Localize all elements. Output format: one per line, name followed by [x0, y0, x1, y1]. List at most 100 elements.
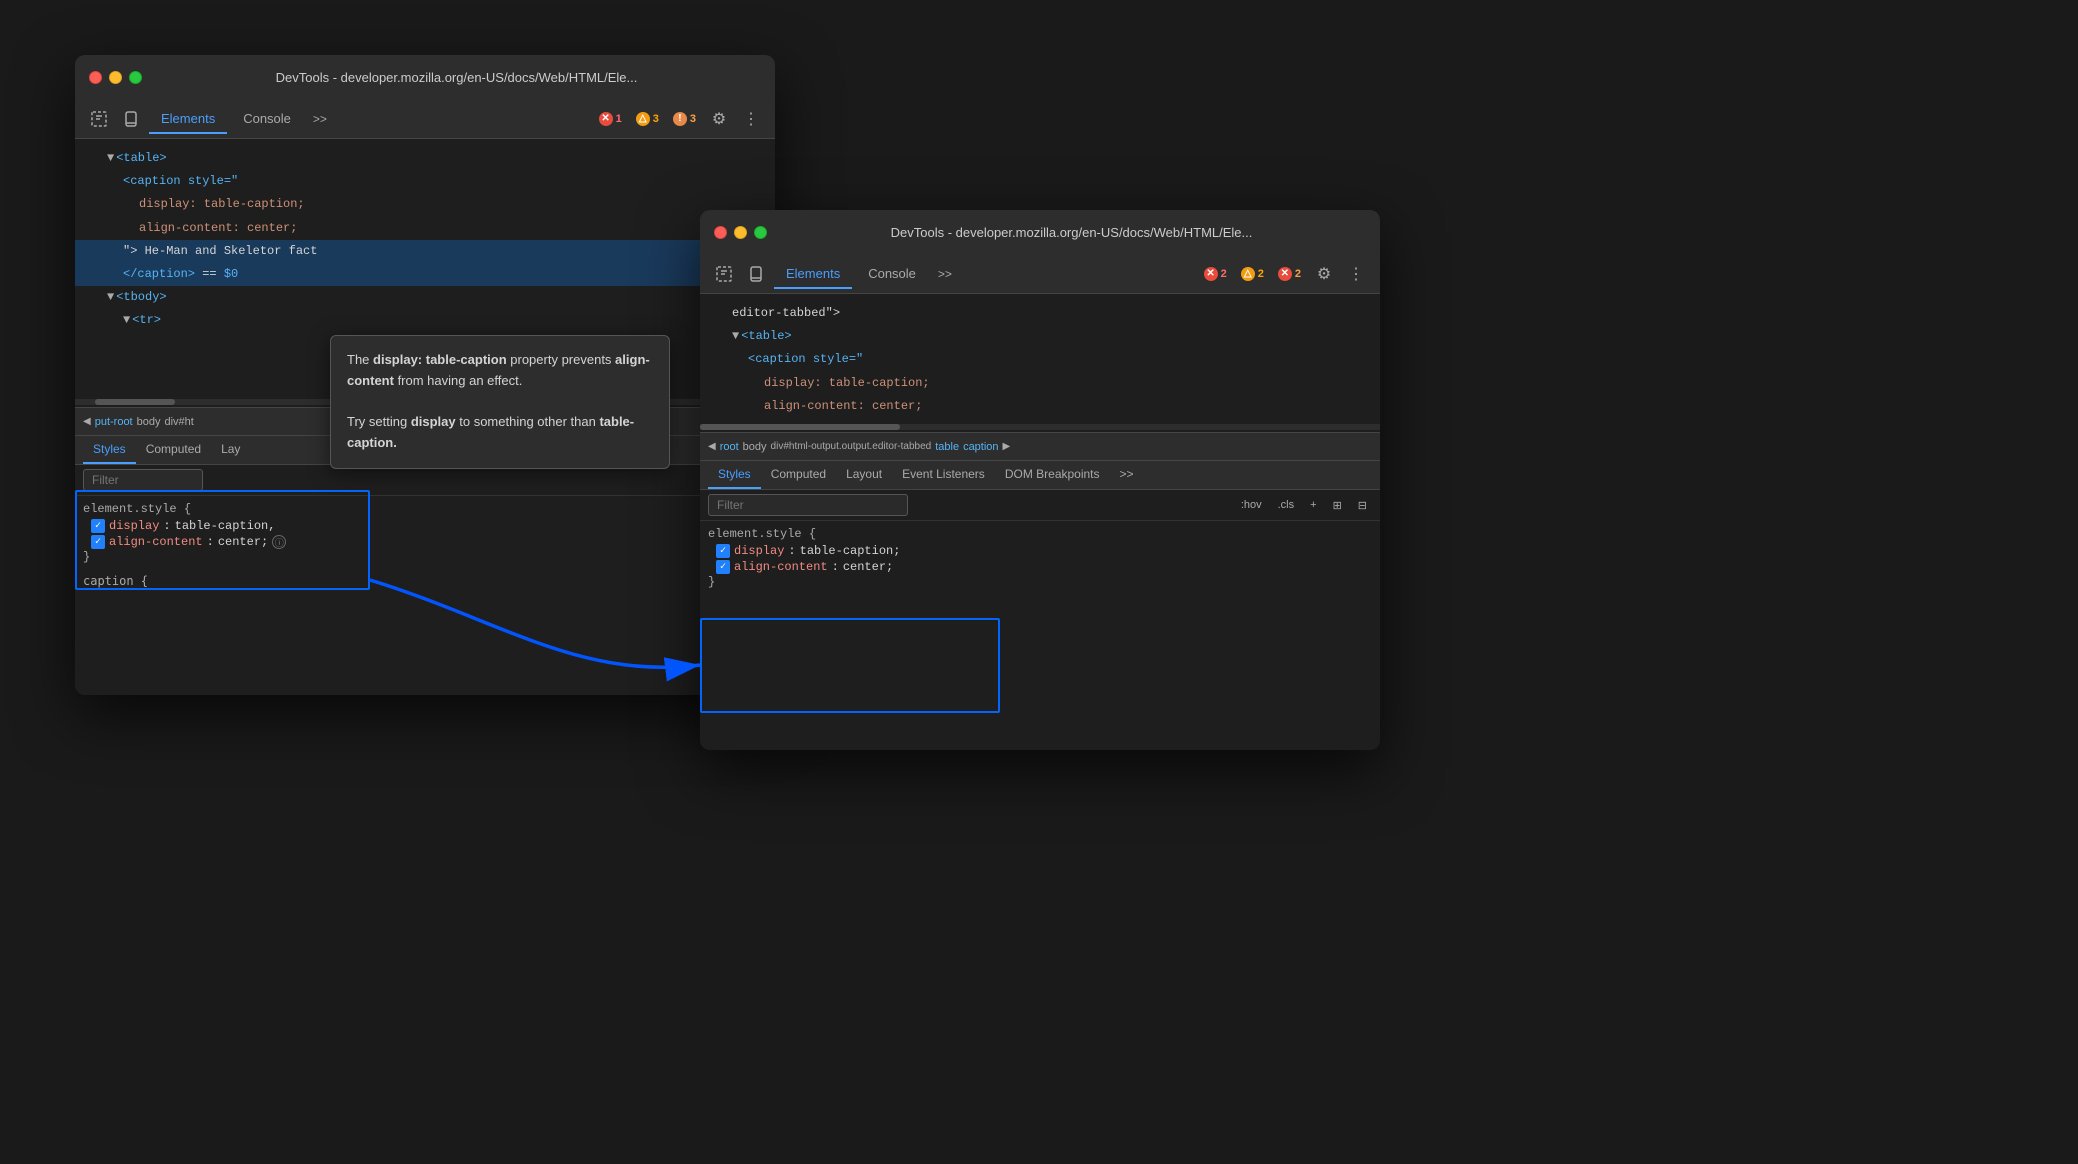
info-icon-1[interactable]: ⓘ: [272, 535, 286, 549]
titlebar-1: DevTools - developer.mozilla.org/en-US/d…: [75, 55, 775, 99]
breadcrumb-div-2[interactable]: div#html-output.output.editor-tabbed: [771, 441, 932, 452]
titlebar-2: DevTools - developer.mozilla.org/en-US/d…: [700, 210, 1380, 254]
filter-cls[interactable]: .cls: [1273, 497, 1300, 514]
tab-styles-2[interactable]: Styles: [708, 461, 761, 489]
info-badge-2[interactable]: ✕ 2: [1273, 265, 1306, 283]
inspect-icon[interactable]: [85, 105, 113, 133]
prop-display-2: display : table-caption;: [716, 543, 1372, 559]
breadcrumb-body-2[interactable]: body: [743, 441, 767, 453]
breadcrumb-put-root[interactable]: put-root: [95, 416, 133, 428]
rule-close-2: }: [708, 575, 1372, 589]
checkbox-align-1[interactable]: [91, 535, 105, 549]
device-icon-2[interactable]: [742, 260, 770, 288]
error-badge-1[interactable]: ✕ 1: [594, 110, 627, 128]
rule-close-1: }: [83, 550, 767, 564]
breadcrumb-back-1[interactable]: ◀: [83, 416, 91, 427]
tree-line: ▼<table>: [75, 147, 775, 170]
bottom-tabs-2: Styles Computed Layout Event Listeners D…: [700, 461, 1380, 490]
breadcrumb-2: ◀ root body div#html-output.output.edito…: [700, 432, 1380, 460]
horizontal-scrollbar-2[interactable]: [700, 424, 1380, 430]
filter-actions-2: :hov .cls + ⊞ ⊟: [1236, 497, 1372, 514]
tab-event-listeners-2[interactable]: Event Listeners: [892, 461, 995, 489]
close-button-1[interactable]: [89, 71, 102, 84]
info-badge-1[interactable]: ! 3: [668, 110, 701, 128]
more-tabs-1[interactable]: >>: [307, 108, 333, 130]
bottom-panel-2: Styles Computed Layout Event Listeners D…: [700, 460, 1380, 750]
scrollbar-thumb-1[interactable]: [95, 399, 175, 405]
traffic-lights-1: [89, 71, 142, 84]
toolbar-2: Elements Console >> ✕ 2 △ 2 ✕ 2 ⚙ ⋮: [700, 254, 1380, 294]
gear-icon-2[interactable]: ⚙: [1310, 260, 1338, 288]
tab-console-1[interactable]: Console: [231, 105, 303, 134]
tree-line-caption-close: </caption> == $0: [75, 263, 775, 286]
tree-line: align-content: center;: [700, 395, 1380, 418]
tab-layout-1[interactable]: Lay: [211, 436, 250, 464]
maximize-button-1[interactable]: [129, 71, 142, 84]
minimize-button-2[interactable]: [734, 226, 747, 239]
maximize-button-2[interactable]: [754, 226, 767, 239]
gear-icon-1[interactable]: ⚙: [705, 105, 733, 133]
tree-line: <caption style=": [700, 348, 1380, 371]
close-button-2[interactable]: [714, 226, 727, 239]
warning-badge-1[interactable]: △ 3: [631, 110, 664, 128]
breadcrumb-caption[interactable]: caption: [963, 441, 998, 453]
tree-line: <caption style=": [75, 170, 775, 193]
style-rules-1: element.style { display : table-caption,…: [75, 496, 775, 570]
tree-line: display: table-caption;: [75, 193, 775, 216]
checkbox-display-2[interactable]: [716, 544, 730, 558]
breadcrumb-div[interactable]: div#ht: [164, 416, 193, 428]
more-options-icon-2[interactable]: ⋮: [1342, 260, 1370, 288]
rule-selector-2: element.style {: [708, 527, 1372, 541]
html-tree-2: editor-tabbed"> ▼<table> <caption style=…: [700, 294, 1380, 422]
breadcrumb-body[interactable]: body: [137, 416, 161, 428]
breadcrumb-back-2[interactable]: ◀: [708, 441, 716, 452]
tree-line: display: table-caption;: [700, 372, 1380, 395]
caption-selector-1: caption {: [75, 570, 775, 592]
tree-line: editor-tabbed">: [700, 302, 1380, 325]
tab-dom-breakpoints-2[interactable]: DOM Breakpoints: [995, 461, 1110, 489]
more-tabs-2[interactable]: >>: [932, 263, 958, 285]
inspect-icon-2[interactable]: [710, 260, 738, 288]
rule-selector-1: element.style {: [83, 502, 767, 516]
tab-elements-2[interactable]: Elements: [774, 260, 852, 289]
tab-computed-1[interactable]: Computed: [136, 436, 211, 464]
prop-align-1: align-content : center; ⓘ: [91, 534, 767, 550]
filter-input-1[interactable]: [83, 469, 203, 491]
tab-console-2[interactable]: Console: [856, 260, 928, 289]
breadcrumb-root[interactable]: root: [720, 441, 739, 453]
filter-hov[interactable]: :hov: [1236, 497, 1267, 514]
tooltip-popup: The display: table-caption property prev…: [330, 335, 670, 469]
breadcrumb-fwd-2[interactable]: ▶: [1003, 441, 1011, 452]
checkbox-display-1[interactable]: [91, 519, 105, 533]
tooltip-text-2: Try setting display to something other t…: [347, 412, 653, 454]
filter-bar-2: :hov .cls + ⊞ ⊟: [700, 490, 1380, 521]
tab-computed-2[interactable]: Computed: [761, 461, 836, 489]
window-title-1: DevTools - developer.mozilla.org/en-US/d…: [152, 70, 761, 85]
filter-bar-1: [75, 465, 775, 496]
tree-line: ▼<tbody>: [75, 286, 775, 309]
tab-styles-1[interactable]: Styles: [83, 436, 136, 464]
tab-layout-2[interactable]: Layout: [836, 461, 892, 489]
style-rules-2: element.style { display : table-caption;…: [700, 521, 1380, 595]
tab-elements-1[interactable]: Elements: [149, 105, 227, 134]
breadcrumb-table[interactable]: table: [935, 441, 959, 453]
prop-align-2: align-content : center;: [716, 559, 1372, 575]
filter-input-2[interactable]: [708, 494, 908, 516]
minimize-button-1[interactable]: [109, 71, 122, 84]
checkbox-align-2[interactable]: [716, 560, 730, 574]
tree-line: "> He-Man and Skeletor facts: [700, 418, 1380, 422]
scrollbar-thumb-2[interactable]: [700, 424, 900, 430]
traffic-lights-2: [714, 226, 767, 239]
device-icon[interactable]: [117, 105, 145, 133]
more-options-icon-1[interactable]: ⋮: [737, 105, 765, 133]
rule-body-1: display : table-caption, align-content :…: [91, 518, 767, 550]
more-tabs-bottom-2[interactable]: >>: [1110, 461, 1144, 489]
filter-copy[interactable]: ⊞: [1328, 497, 1347, 514]
filter-add[interactable]: +: [1305, 497, 1321, 514]
tooltip-text-1: The display: table-caption property prev…: [347, 350, 653, 392]
filter-delete[interactable]: ⊟: [1353, 497, 1372, 514]
tree-line: ▼<tr>: [75, 309, 775, 332]
rule-body-2: display : table-caption; align-content :…: [716, 543, 1372, 575]
warning-badge-2[interactable]: △ 2: [1236, 265, 1269, 283]
error-badge-2[interactable]: ✕ 2: [1199, 265, 1232, 283]
